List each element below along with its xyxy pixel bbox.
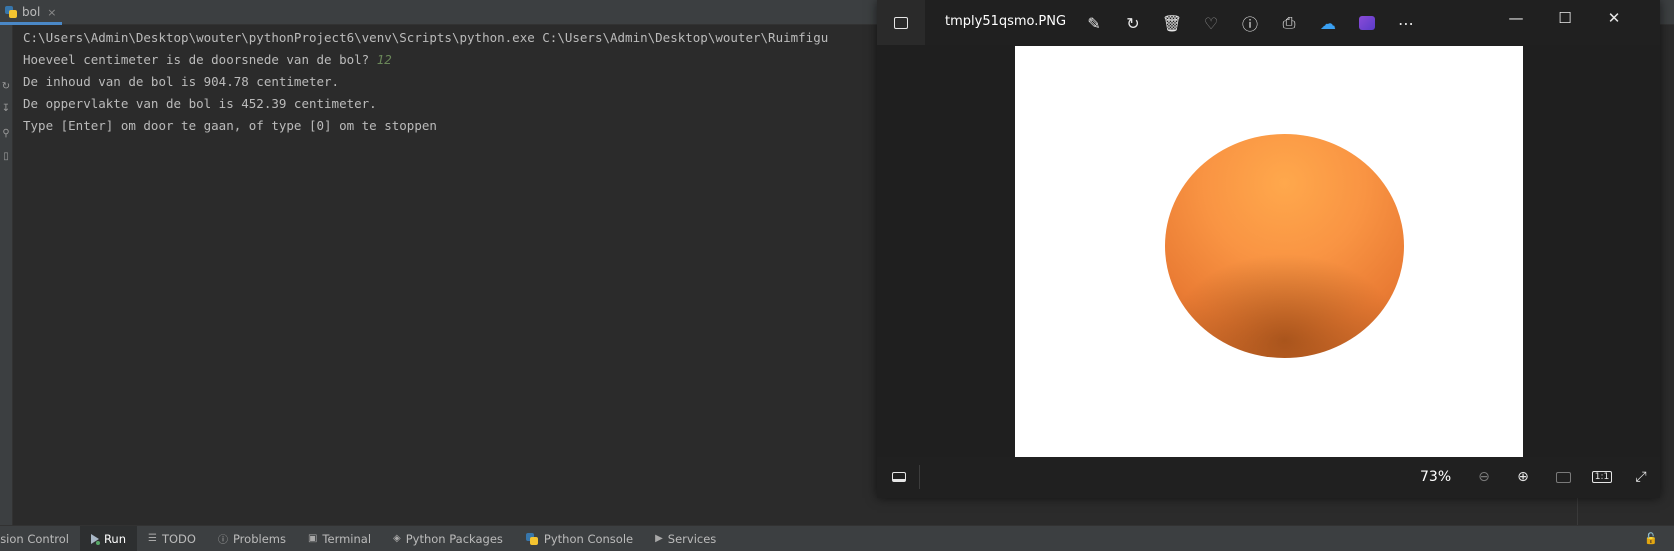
console-text: De oppervlakte van de bol is 452.39 cent… <box>23 96 377 111</box>
tool-tab-label: Python Packages <box>405 531 503 546</box>
image-canvas[interactable] <box>877 45 1660 457</box>
tool-tab-label: ision Control <box>0 531 69 546</box>
python-file-icon <box>4 5 18 19</box>
lock-icon[interactable]: 🔓 <box>1644 532 1658 545</box>
gallery-icon <box>894 16 908 29</box>
favorite-icon[interactable]: ♡ <box>1200 12 1222 34</box>
console-line-volume: De inhoud van de bol is 904.78 centimete… <box>23 71 883 93</box>
run-tab-label: bol <box>22 5 41 19</box>
tool-tab-label: TODO <box>161 531 196 546</box>
tool-tab-run[interactable]: Run <box>79 526 137 551</box>
tool-tab-python-packages[interactable]: ◈ Python Packages <box>382 526 514 551</box>
console-text: Type [Enter] om door te gaan, of type [0… <box>23 118 437 133</box>
tool-tab-label: Problems <box>232 531 286 546</box>
tool-tab-python-console[interactable]: Python Console <box>514 526 644 551</box>
run-icon <box>90 533 100 545</box>
zoom-out-icon[interactable]: ⊖ <box>1474 467 1494 487</box>
console-line-prompt: Hoeveel centimeter is de doorsnede van d… <box>23 49 883 71</box>
python-console-icon <box>525 532 539 546</box>
footer-divider <box>919 465 920 489</box>
actual-size-icon: 1:1 <box>1591 471 1613 483</box>
fit-icon <box>1555 471 1571 483</box>
console-line-command: C:\Users\Admin\Desktop\wouter\pythonProj… <box>23 27 883 49</box>
todo-icon: ☰ <box>148 533 157 544</box>
tool-tab-todo[interactable]: ☰ TODO <box>137 526 207 551</box>
close-tab-icon[interactable]: × <box>47 6 56 19</box>
fullscreen-icon[interactable]: ⤢ <box>1631 467 1651 487</box>
console-text: De inhoud van de bol is 904.78 centimete… <box>23 74 340 89</box>
info-icon[interactable]: ⓘ <box>1239 12 1261 34</box>
photo-viewer-window: tmply51qsmo.PNG ✎ ↻ 🗑 ♡ ⓘ ⎙ ☁ ⋯ — ☐ ✕ 73… <box>877 0 1660 498</box>
see-all-photos-button[interactable] <box>877 0 925 45</box>
run-tool-strip: ↻ ↧ ⚲ ▯ <box>0 25 13 525</box>
filmstrip-button[interactable] <box>889 467 909 487</box>
problems-icon: ⓘ <box>217 535 228 546</box>
more-icon[interactable]: ⋯ <box>1395 12 1417 34</box>
packages-icon: ◈ <box>393 533 401 544</box>
tool-tab-version-control[interactable]: ision Control <box>0 526 80 551</box>
edit-image-icon[interactable]: ✎ <box>1083 12 1105 34</box>
fit-to-window-button[interactable] <box>1553 467 1573 487</box>
file-name: tmply51qsmo.PNG <box>945 14 1067 29</box>
rotate-icon[interactable]: ↻ <box>1122 12 1144 34</box>
pin-icon[interactable]: ⚲ <box>0 128 12 139</box>
scroll-to-end-icon[interactable]: ↧ <box>0 103 12 114</box>
terminal-icon: ▣ <box>307 533 318 544</box>
print-icon[interactable]: ⎙ <box>1278 12 1300 34</box>
tool-tab-label: Run <box>103 531 126 546</box>
console-user-input: 12 <box>376 52 392 67</box>
zoom-in-icon[interactable]: ⊕ <box>1513 467 1533 487</box>
tool-tab-problems[interactable]: ⓘ Problems <box>207 526 297 551</box>
console-text: Hoeveel centimeter is de doorsnede van d… <box>23 52 377 67</box>
delete-icon[interactable]: ▯ <box>0 151 12 162</box>
photo-viewer-footer: 73% ⊖ ⊕ 1:1 ⤢ <box>877 457 1660 498</box>
run-console-output[interactable]: C:\Users\Admin\Desktop\wouter\pythonProj… <box>23 27 883 487</box>
tool-tab-label: Services <box>667 531 717 546</box>
video-editor-icon <box>1359 16 1375 30</box>
run-config-tab[interactable]: bol × <box>0 0 62 25</box>
minimize-icon[interactable]: — <box>1505 7 1527 29</box>
rerun-icon[interactable]: ↻ <box>0 81 12 92</box>
filmstrip-icon <box>892 472 906 482</box>
video-editor-button[interactable] <box>1356 12 1378 34</box>
console-line-continue-prompt: Type [Enter] om door te gaan, of type [0… <box>23 115 883 137</box>
displayed-image <box>1015 46 1523 457</box>
tool-window-bar: ision Control Run ☰ TODO ⓘ Problems ▣ Te… <box>0 525 1674 551</box>
zoom-level: 73% <box>1420 469 1452 485</box>
onedrive-icon[interactable]: ☁ <box>1317 12 1339 34</box>
tool-tab-services[interactable]: ▶ Services <box>644 526 727 551</box>
photo-viewer-titlebar: tmply51qsmo.PNG ✎ ↻ 🗑 ♡ ⓘ ⎙ ☁ ⋯ — ☐ ✕ <box>877 0 1660 45</box>
maximize-icon[interactable]: ☐ <box>1554 7 1576 29</box>
delete-icon[interactable]: 🗑 <box>1161 12 1183 34</box>
tool-tab-label: Python Console <box>543 531 634 546</box>
console-text: C:\Users\Admin\Desktop\wouter\pythonProj… <box>23 30 829 45</box>
orange-sphere <box>1165 134 1404 358</box>
tool-tab-terminal[interactable]: ▣ Terminal <box>297 526 382 551</box>
services-icon: ▶ <box>655 533 663 544</box>
close-icon[interactable]: ✕ <box>1603 7 1625 29</box>
tool-tab-label: Terminal <box>322 531 372 546</box>
actual-size-button[interactable]: 1:1 <box>1591 467 1613 487</box>
console-line-surface: De oppervlakte van de bol is 452.39 cent… <box>23 93 883 115</box>
